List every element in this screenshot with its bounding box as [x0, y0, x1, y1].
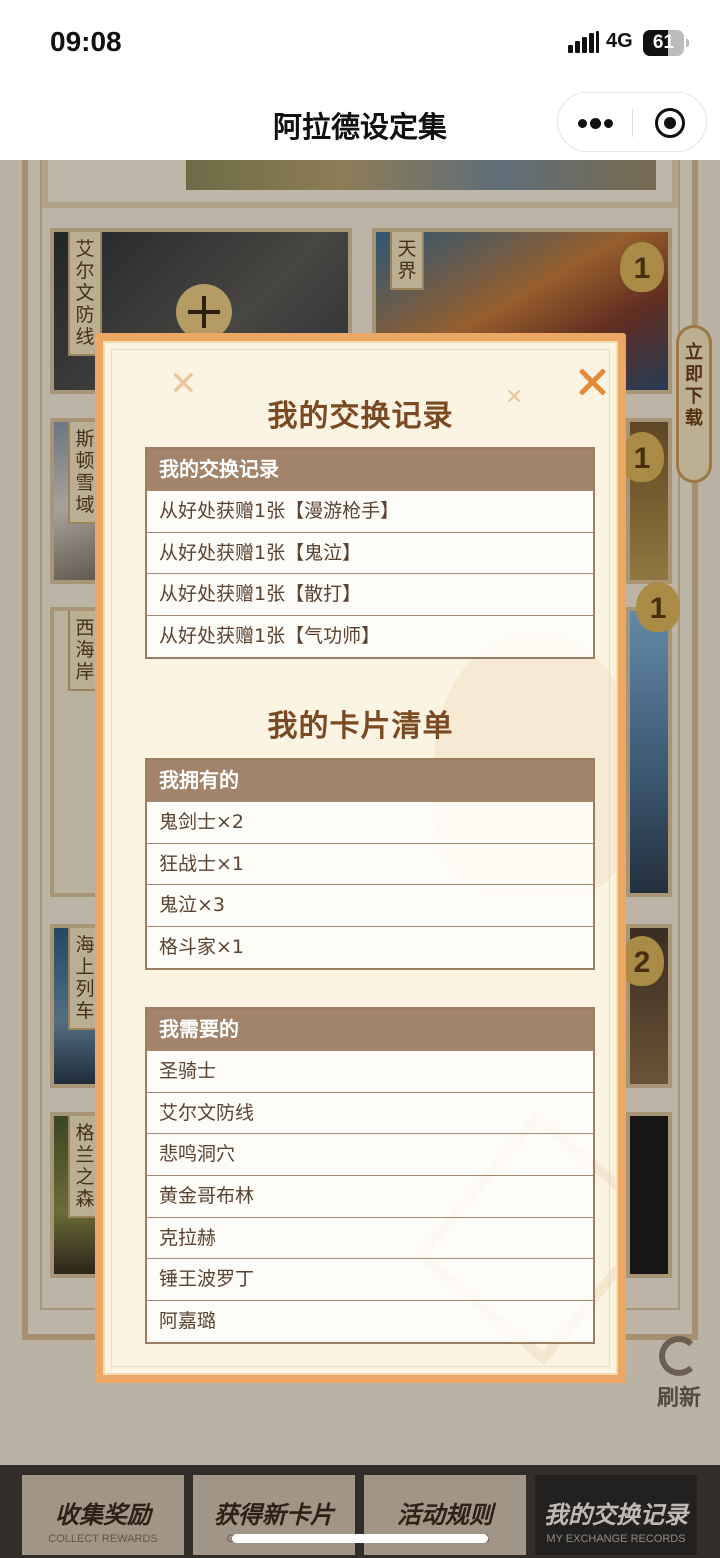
- home-indicator[interactable]: [232, 1534, 488, 1543]
- more-icon[interactable]: [578, 118, 614, 129]
- table-row: 悲鸣洞穴: [147, 1133, 593, 1176]
- table-row: 从好处获赠1张【鬼泣】: [147, 531, 593, 574]
- card-list-title: 我的卡片清单: [267, 709, 454, 744]
- exchange-records-table: 我的交换记录 从好处获赠1张【漫游枪手】 从好处获赠1张【鬼泣】 从好处获赠1张…: [145, 447, 595, 659]
- owned-cards-table: 我拥有的 鬼剑士×2 狂战士×1 鬼泣×3 格斗家×1: [145, 758, 595, 970]
- table-row: 鬼泣×3: [147, 884, 593, 927]
- network-label: 4G: [606, 30, 633, 52]
- exchange-record-modal: ✕ ✕ 我的交换记录 我的交换记录 从好处获赠1张【漫游枪手】 从好处获赠1张【…: [95, 333, 626, 1383]
- capsule-divider: [632, 109, 633, 137]
- table-row: 从好处获赠1张【气功师】: [147, 615, 593, 657]
- table-row: 从好处获赠1张【漫游枪手】: [147, 490, 593, 532]
- table-row: 狂战士×1: [147, 842, 593, 885]
- signal-icon: [568, 31, 600, 53]
- table-row: 黄金哥布林: [147, 1175, 593, 1217]
- exit-mini-program-icon[interactable]: [655, 108, 685, 138]
- needed-cards-table: 我需要的 圣骑士 艾尔文防线 悲鸣洞穴 黄金哥布林 克拉赫 锤王波罗丁 阿嘉璐: [145, 1007, 595, 1344]
- status-time: 09:08: [50, 26, 122, 57]
- table-row: 鬼剑士×2: [147, 801, 593, 843]
- table-row: 格斗家×1: [147, 926, 593, 968]
- table-row: 阿嘉璐: [147, 1300, 593, 1342]
- table-header: 我的交换记录: [147, 449, 593, 490]
- table-row: 圣骑士: [147, 1050, 593, 1092]
- table-row: 克拉赫: [147, 1216, 593, 1259]
- table-row: 从好处获赠1张【散打】: [147, 573, 593, 616]
- table-row: 艾尔文防线: [147, 1091, 593, 1134]
- modal-panel: ✕ ✕ 我的交换记录 我的交换记录 从好处获赠1张【漫游枪手】 从好处获赠1张【…: [103, 341, 618, 1375]
- table-header: 我需要的: [147, 1009, 593, 1050]
- nav-bar: 阿拉德设定集: [0, 84, 720, 160]
- exchange-records-title: 我的交换记录: [267, 399, 454, 434]
- mini-program-capsule: [557, 92, 707, 152]
- status-bar: 09:08 4G 61: [0, 0, 720, 84]
- battery-percent: 61: [652, 32, 675, 53]
- battery-icon: 61: [643, 30, 689, 56]
- table-header: 我拥有的: [147, 760, 593, 801]
- table-row: 锤王波罗丁: [147, 1258, 593, 1301]
